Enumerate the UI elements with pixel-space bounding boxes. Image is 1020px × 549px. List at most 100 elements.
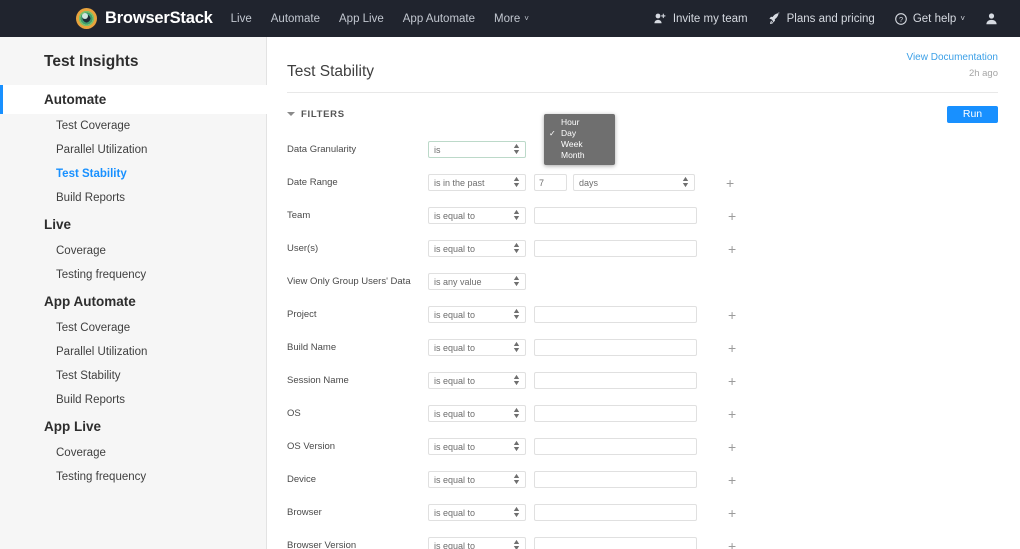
filter-value-team[interactable]: [534, 207, 697, 224]
brand-name: BrowserStack: [105, 9, 213, 27]
filter-operator-users[interactable]: is equal to ▲ ▼: [428, 240, 526, 257]
sidebar-group-automate[interactable]: Automate: [0, 85, 267, 114]
view-documentation-link[interactable]: View Documentation: [906, 52, 998, 63]
filter-operator-value: is any value: [434, 276, 482, 287]
nav-link-app-automate[interactable]: App Automate: [403, 13, 475, 25]
filter-value-os[interactable]: [534, 405, 697, 422]
nav-brand-area: BrowserStack Live Automate App Live App …: [76, 8, 529, 29]
invite-my-team-button[interactable]: Invite my team: [654, 13, 748, 25]
filter-value-os-version[interactable]: [534, 438, 697, 455]
filter-row-build-name: Build Name is equal to ▲ ▼ +: [287, 331, 998, 364]
filter-operator-build-name[interactable]: is equal to ▲ ▼: [428, 339, 526, 356]
top-navigation-bar: BrowserStack Live Automate App Live App …: [0, 0, 1020, 37]
plans-and-pricing-label: Plans and pricing: [786, 12, 875, 25]
add-filter-team-icon[interactable]: +: [728, 209, 736, 223]
granularity-option-month-label: Month: [561, 150, 585, 160]
stepper-arrows-icon: ▲ ▼: [512, 505, 522, 519]
granularity-option-month[interactable]: Month: [544, 150, 615, 161]
filter-operator-os-version[interactable]: is equal to ▲ ▼: [428, 438, 526, 455]
filter-value-session-name[interactable]: [534, 372, 697, 389]
browserstack-logo-icon[interactable]: [76, 8, 97, 29]
filter-operator-browser[interactable]: is equal to ▲ ▼: [428, 504, 526, 521]
sidebar-item-app-automate-build-reports[interactable]: Build Reports: [22, 388, 266, 412]
date-range-unit-select[interactable]: days ▲ ▼: [573, 174, 695, 191]
sidebar-group-app-automate[interactable]: App Automate: [22, 287, 266, 316]
get-help-button[interactable]: ? Get help ˅: [894, 12, 965, 25]
filter-label-browser: Browser: [287, 507, 322, 518]
filter-label-users: User(s): [287, 243, 319, 254]
filter-operator-date-range[interactable]: is in the past ▲ ▼: [428, 174, 526, 191]
granularity-option-week[interactable]: Week: [544, 139, 615, 150]
filter-row-project: Project is equal to ▲ ▼ +: [287, 298, 998, 331]
add-filter-os-icon[interactable]: +: [728, 407, 736, 421]
sidebar-group-automate-label: Automate: [44, 92, 107, 107]
filter-operator-team[interactable]: is equal to ▲ ▼: [428, 207, 526, 224]
add-filter-browser-version-icon[interactable]: +: [728, 539, 736, 549]
filter-label-os: OS: [287, 408, 301, 419]
add-filter-browser-icon[interactable]: +: [728, 506, 736, 520]
sidebar-item-app-automate-test-stability[interactable]: Test Stability: [22, 364, 266, 388]
sidebar-item-live-testing-frequency[interactable]: Testing frequency: [22, 263, 266, 287]
sidebar-item-app-live-coverage[interactable]: Coverage: [22, 441, 266, 465]
filter-operator-browser-version[interactable]: is equal to ▲ ▼: [428, 537, 526, 549]
filter-value-device[interactable]: [534, 471, 697, 488]
filter-value-users[interactable]: [534, 240, 697, 257]
sidebar-item-app-live-testing-frequency[interactable]: Testing frequency: [22, 465, 266, 489]
filter-operator-view-only-group-users-data[interactable]: is any value ▲ ▼: [428, 273, 526, 290]
sidebar-item-live-coverage[interactable]: Coverage: [22, 239, 266, 263]
filter-list: Data Granularity is ▲ ▼ Date Range is in …: [287, 133, 998, 549]
filter-row-date-range: Date Range is in the past ▲▼ days ▲▼ +: [287, 166, 998, 199]
add-filter-date-range-icon[interactable]: +: [726, 176, 734, 190]
page-title: Test Stability: [287, 63, 375, 80]
filters-toggle[interactable]: FILTERS: [287, 109, 345, 120]
sidebar-item-app-automate-test-coverage[interactable]: Test Coverage: [22, 316, 266, 340]
get-help-label: Get help: [912, 12, 957, 25]
sidebar-group-app-live[interactable]: App Live: [22, 412, 266, 441]
add-filter-project-icon[interactable]: +: [728, 308, 736, 322]
sidebar-item-app-automate-parallel-utilization[interactable]: Parallel Utilization: [22, 340, 266, 364]
granularity-option-day[interactable]: ✓ Day: [544, 128, 615, 139]
filter-label-view-only-group-users-data: View Only Group Users' Data: [287, 276, 411, 287]
user-account-button[interactable]: [985, 12, 1004, 25]
nav-link-more[interactable]: More ˅: [494, 13, 529, 25]
filter-label-date-range: Date Range: [287, 177, 338, 188]
plans-and-pricing-button[interactable]: Plans and pricing: [768, 12, 875, 25]
filter-label-build-name: Build Name: [287, 342, 337, 353]
stepper-arrows-icon: ▲ ▼: [512, 340, 522, 354]
nav-link-app-live[interactable]: App Live: [339, 13, 384, 25]
sidebar-item-automate-parallel-utilization[interactable]: Parallel Utilization: [22, 138, 266, 162]
sidebar: Test Insights Automate Test Coverage Par…: [0, 37, 267, 549]
add-filter-build-name-icon[interactable]: +: [728, 341, 736, 355]
granularity-option-hour[interactable]: Hour: [544, 117, 615, 128]
filter-value-browser-version[interactable]: [534, 537, 697, 549]
sidebar-group-live[interactable]: Live: [22, 210, 266, 239]
sidebar-item-automate-build-reports[interactable]: Build Reports: [22, 186, 266, 210]
add-filter-session-name-icon[interactable]: +: [728, 374, 736, 388]
sidebar-item-automate-test-coverage[interactable]: Test Coverage: [22, 114, 266, 138]
sidebar-item-automate-test-stability[interactable]: Test Stability: [22, 162, 266, 186]
filter-value-browser[interactable]: [534, 504, 697, 521]
date-range-number-input[interactable]: [534, 174, 567, 191]
add-filter-device-icon[interactable]: +: [728, 473, 736, 487]
filter-operator-os[interactable]: is equal to ▲ ▼: [428, 405, 526, 422]
add-filter-users-icon[interactable]: +: [728, 242, 736, 256]
data-granularity-dropdown-menu[interactable]: Hour ✓ Day Week Month: [544, 114, 615, 165]
run-button[interactable]: Run: [947, 105, 998, 123]
filter-label-os-version: OS Version: [287, 441, 336, 452]
filter-row-users: User(s) is equal to ▲ ▼ +: [287, 232, 998, 265]
invite-my-team-label: Invite my team: [672, 12, 748, 25]
filter-operator-data-granularity[interactable]: is ▲ ▼: [428, 141, 526, 158]
check-icon: ✓: [549, 129, 556, 138]
filter-operator-project[interactable]: is equal to ▲ ▼: [428, 306, 526, 323]
nav-link-automate[interactable]: Automate: [271, 13, 320, 25]
filter-value-build-name[interactable]: [534, 339, 697, 356]
add-filter-os-version-icon[interactable]: +: [728, 440, 736, 454]
nav-link-live[interactable]: Live: [231, 13, 252, 25]
filter-operator-session-name[interactable]: is equal to ▲ ▼: [428, 372, 526, 389]
page-layout: Test Insights Automate Test Coverage Par…: [0, 37, 1020, 549]
filter-operator-value: is equal to: [434, 243, 476, 254]
date-range-unit-value: days: [579, 177, 599, 188]
filter-value-project[interactable]: [534, 306, 697, 323]
rocket-icon: [768, 12, 781, 25]
filter-operator-device[interactable]: is equal to ▲ ▼: [428, 471, 526, 488]
